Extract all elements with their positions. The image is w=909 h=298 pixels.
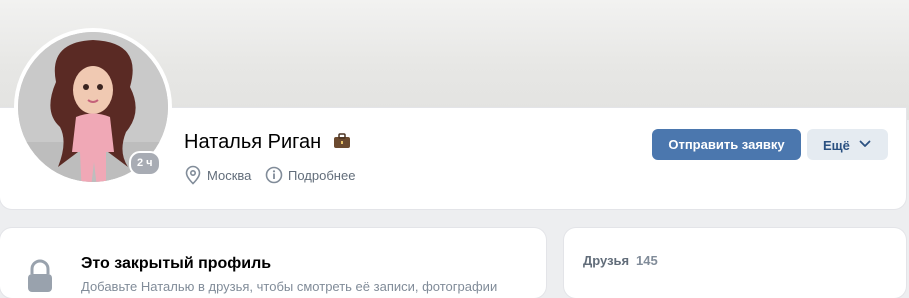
location-pin-icon: [185, 165, 201, 185]
chevron-down-icon: [859, 140, 871, 147]
info-icon: [265, 166, 283, 184]
briefcase-icon[interactable]: [333, 133, 351, 149]
send-friend-request-button[interactable]: Отправить заявку: [652, 129, 801, 160]
lock-icon: [28, 259, 52, 292]
profile-name: Наталья Риган: [184, 131, 322, 153]
closed-profile-title: Это закрытый профиль: [81, 255, 272, 272]
more-label: Ещё: [823, 138, 850, 153]
friends-count: 145: [636, 253, 658, 268]
location-label: Москва: [207, 168, 252, 183]
more-button[interactable]: Ещё: [807, 129, 888, 160]
location-item[interactable]: Москва: [184, 165, 259, 185]
details-link[interactable]: Подробнее: [265, 165, 360, 185]
details-label: Подробнее: [288, 168, 356, 183]
friends-label[interactable]: Друзья: [583, 253, 629, 268]
online-status-badge: 2 ч: [129, 151, 161, 176]
